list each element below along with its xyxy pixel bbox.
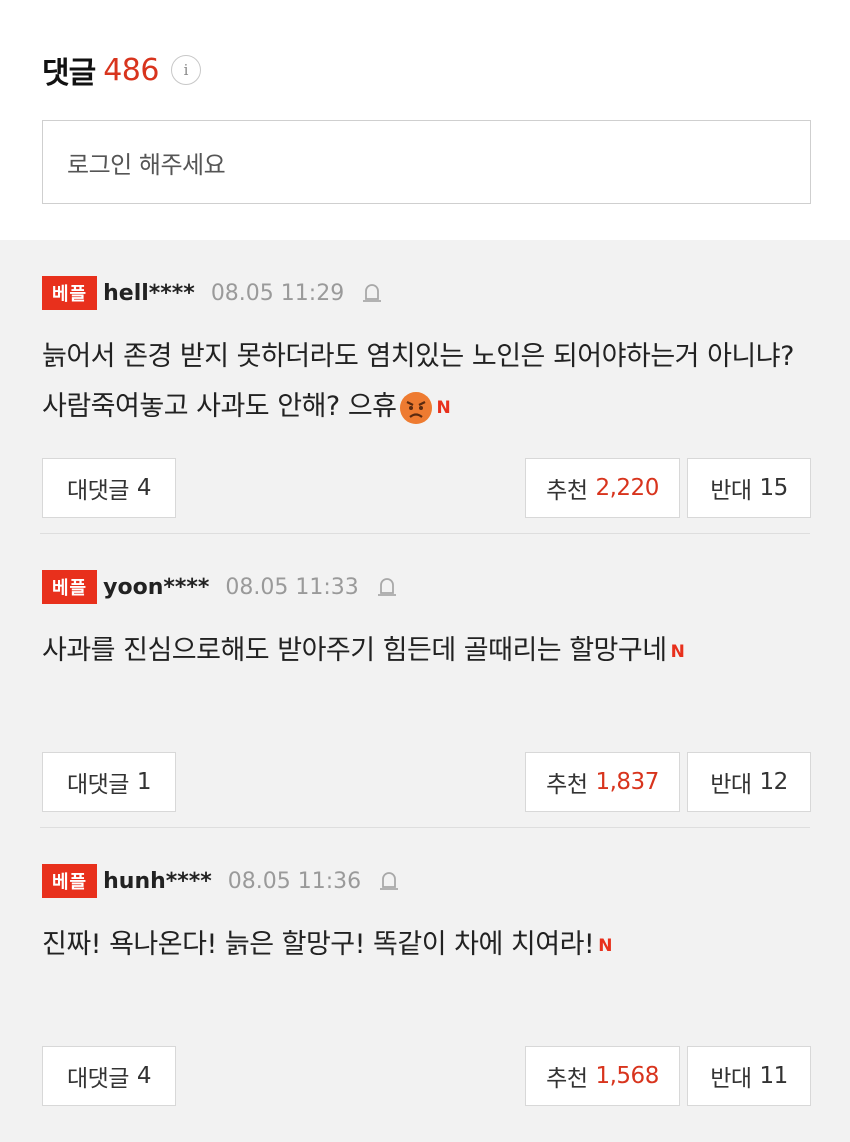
- comment-user[interactable]: yoon****: [103, 575, 209, 600]
- comment-item: 베플 hunh**** 08.05 11:36 진짜! 욕나온다! 늙은 할망구…: [40, 828, 812, 1122]
- reply-count: 4: [136, 1063, 152, 1089]
- reply-label: 대댓글: [66, 1066, 129, 1092]
- downvote-button[interactable]: 반대 12: [687, 752, 811, 812]
- new-n-icon: N: [598, 935, 612, 956]
- best-badge: 베플: [42, 570, 98, 604]
- comment-text: 사과를 진심으로해도 받아주기 힘든데 골때리는 할망구네 N: [42, 626, 812, 677]
- downvote-label: 반대: [710, 478, 752, 504]
- comment-body: 사과를 진심으로해도 받아주기 힘든데 골때리는 할망구네: [42, 635, 667, 666]
- reply-count: 1: [136, 769, 152, 795]
- reply-button[interactable]: 대댓글 1: [42, 752, 176, 812]
- comment-meta: 베플 hunh**** 08.05 11:36: [42, 864, 401, 898]
- upvote-count: 2,220: [595, 475, 659, 501]
- comment-meta: 베플 yoon**** 08.05 11:33: [42, 570, 399, 604]
- reply-button[interactable]: 대댓글 4: [42, 458, 176, 518]
- comment-time: 08.05 11:33: [225, 574, 359, 600]
- angry-face-icon: [399, 391, 432, 424]
- reply-count: 4: [136, 475, 152, 501]
- comment-text: 늙어서 존경 받지 못하더라도 염치있는 노인은 되어야하는거 아니냐? 사람죽…: [42, 332, 812, 433]
- new-n-icon: N: [436, 397, 451, 418]
- best-badge: 베플: [42, 276, 98, 310]
- comment-text: 진짜! 욕나온다! 늙은 할망구! 똑같이 차에 치여라! N: [42, 920, 812, 971]
- comment-item: 베플 yoon**** 08.05 11:33 사과를 진심으로해도 받아주기 …: [40, 534, 812, 828]
- upvote-button[interactable]: 추천 1,568: [525, 1046, 680, 1106]
- report-icon[interactable]: [377, 869, 401, 893]
- comment-list: 베플 hell**** 08.05 11:29 늙어서 존경 받지 못하더라도 …: [0, 240, 850, 1122]
- comment-title: 댓글: [42, 56, 96, 91]
- reply-button[interactable]: 대댓글 4: [42, 1046, 176, 1106]
- report-icon[interactable]: [360, 281, 384, 305]
- comment-count: 486: [103, 52, 159, 88]
- comment-user[interactable]: hunh****: [103, 869, 212, 894]
- downvote-count: 12: [759, 769, 789, 795]
- upvote-label: 추천: [546, 478, 588, 504]
- reply-label: 대댓글: [66, 478, 129, 504]
- reply-label: 대댓글: [66, 772, 129, 798]
- comment-user[interactable]: hell****: [103, 281, 195, 306]
- upvote-label: 추천: [546, 772, 588, 798]
- downvote-count: 15: [759, 475, 789, 501]
- info-icon[interactable]: i: [170, 55, 201, 85]
- login-placeholder: 로그인 해주세요: [67, 150, 226, 179]
- comment-header: 댓글 486 i: [42, 48, 201, 92]
- downvote-label: 반대: [710, 772, 752, 798]
- comment-meta: 베플 hell**** 08.05 11:29: [42, 276, 384, 310]
- report-icon[interactable]: [375, 575, 399, 599]
- upvote-button[interactable]: 추천 1,837: [525, 752, 680, 812]
- comment-time: 08.05 11:36: [227, 868, 362, 894]
- downvote-button[interactable]: 반대 11: [687, 1046, 811, 1106]
- comment-item: 베플 hell**** 08.05 11:29 늙어서 존경 받지 못하더라도 …: [40, 240, 812, 534]
- upvote-count: 1,837: [595, 769, 659, 795]
- upvote-label: 추천: [546, 1066, 588, 1092]
- downvote-count: 11: [759, 1063, 789, 1089]
- upvote-count: 1,568: [595, 1063, 659, 1089]
- comment-body: 진짜! 욕나온다! 늙은 할망구! 똑같이 차에 치여라!: [42, 929, 595, 960]
- upvote-button[interactable]: 추천 2,220: [525, 458, 680, 518]
- new-n-icon: N: [670, 641, 685, 662]
- downvote-label: 반대: [710, 1066, 752, 1092]
- comment-time: 08.05 11:29: [210, 280, 345, 306]
- downvote-button[interactable]: 반대 15: [687, 458, 811, 518]
- comment-header-section: 댓글 486 i 로그인 해주세요: [0, 0, 850, 240]
- best-badge: 베플: [42, 864, 98, 898]
- login-input[interactable]: 로그인 해주세요: [42, 120, 811, 204]
